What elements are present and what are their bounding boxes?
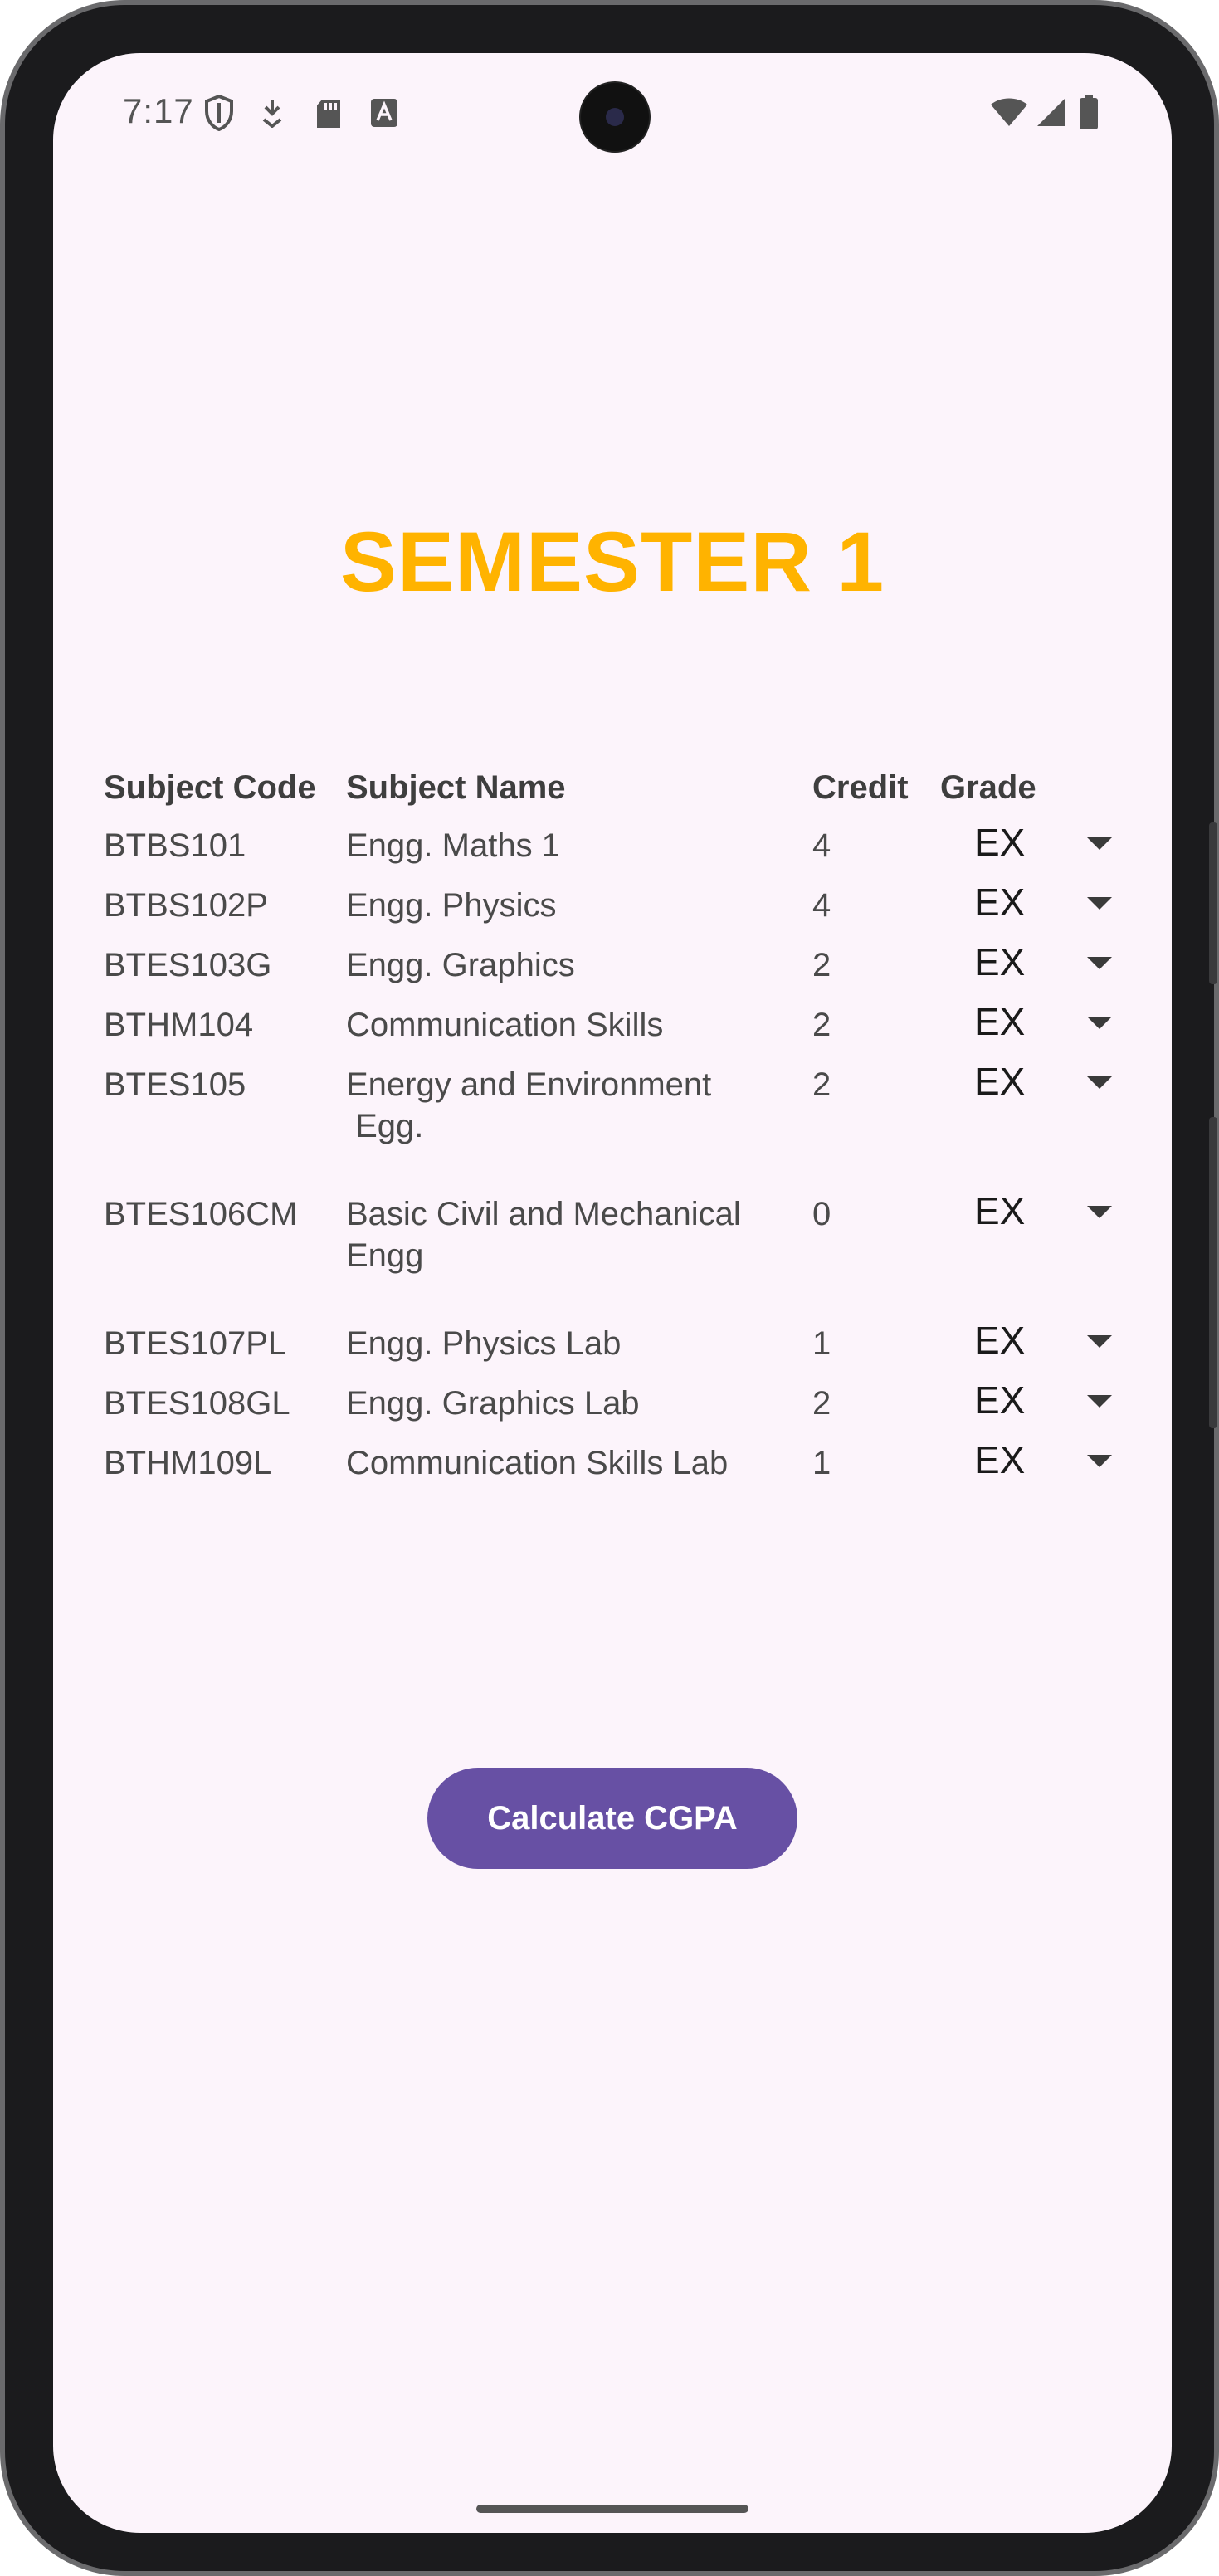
shield-icon: [204, 94, 234, 135]
subject-name: Communication Skills Lab: [346, 1445, 729, 1481]
calculate-cgpa-button[interactable]: Calculate CGPA: [427, 1768, 797, 1869]
sd-card-icon: [315, 98, 342, 134]
credit-value: 4: [812, 827, 831, 864]
grade-value: EX: [974, 881, 1026, 924]
grade-value: EX: [974, 1319, 1026, 1362]
grade-dropdown[interactable]: EX: [929, 1316, 1136, 1371]
grade-value: EX: [974, 821, 1026, 864]
subject-name: Energy and Environment Egg.: [346, 1066, 712, 1144]
subject-name: Engg. Maths 1: [346, 827, 560, 864]
dropdown-arrow-icon: [1087, 1017, 1112, 1029]
grade-dropdown[interactable]: EX: [929, 938, 1136, 993]
power-button: [1209, 1117, 1217, 1428]
credit-value: 0: [812, 1196, 831, 1232]
subject-code: BTHM104: [104, 1007, 254, 1043]
grade-dropdown[interactable]: EX: [929, 818, 1136, 873]
subject-code: BTBS101: [104, 827, 246, 864]
subject-code: BTES103G: [104, 947, 272, 983]
dropdown-arrow-icon: [1087, 1455, 1112, 1467]
header-credit: Credit: [812, 769, 909, 806]
status-time: 7:17: [123, 91, 194, 130]
subject-code: BTES107PL: [104, 1325, 287, 1362]
subject-name: Engg. Physics Lab: [346, 1325, 622, 1362]
header-subject-code: Subject Code: [104, 769, 316, 806]
dropdown-arrow-icon: [1087, 1395, 1112, 1408]
dropdown-arrow-icon: [1087, 1076, 1112, 1089]
grade-dropdown[interactable]: EX: [929, 1376, 1136, 1431]
font-icon: [370, 98, 398, 132]
page-title: SEMESTER 1: [339, 515, 885, 609]
dropdown-arrow-icon: [1087, 837, 1112, 850]
header-grade: Grade: [940, 769, 1036, 806]
credit-value: 1: [812, 1445, 831, 1481]
subject-code: BTBS102P: [104, 887, 268, 924]
credit-value: 4: [812, 887, 831, 924]
credit-value: 2: [812, 1385, 831, 1422]
dropdown-arrow-icon: [1087, 957, 1112, 969]
dropdown-arrow-icon: [1087, 897, 1112, 910]
phone-frame: 7:17 SEMESTER 1 Subject Code Subject Nam…: [0, 0, 1219, 2576]
download-icon: [261, 98, 284, 132]
grade-value: EX: [974, 1060, 1026, 1103]
subject-name: Engg. Graphics Lab: [346, 1385, 640, 1422]
credit-value: 2: [812, 947, 831, 983]
header-subject-name: Subject Name: [346, 769, 566, 806]
credit-value: 2: [812, 1066, 831, 1103]
volume-button: [1209, 822, 1217, 984]
grade-dropdown[interactable]: EX: [929, 1187, 1136, 1242]
subject-code: BTHM109L: [104, 1445, 272, 1481]
subject-name: Engg. Physics: [346, 887, 557, 924]
status-bar: 7:17: [53, 53, 1172, 178]
credit-value: 1: [812, 1325, 831, 1362]
subject-name: Engg. Graphics: [346, 947, 575, 983]
grade-value: EX: [974, 1000, 1026, 1043]
subject-code: BTES108GL: [104, 1385, 290, 1422]
credit-value: 2: [812, 1007, 831, 1043]
grade-dropdown[interactable]: EX: [929, 878, 1136, 933]
wifi-icon: [989, 98, 1029, 132]
grade-value: EX: [974, 1189, 1026, 1232]
dropdown-arrow-icon: [1087, 1206, 1112, 1218]
cell-signal-icon: [1036, 96, 1067, 132]
subject-name: Basic Civil and Mechanical Engg: [346, 1196, 750, 1274]
grade-dropdown[interactable]: EX: [929, 998, 1136, 1052]
grade-dropdown[interactable]: EX: [929, 1057, 1136, 1112]
grade-dropdown[interactable]: EX: [929, 1436, 1136, 1490]
front-camera: [579, 81, 651, 153]
subject-name: Communication Skills: [346, 1007, 664, 1043]
subject-code: BTES105: [104, 1066, 246, 1103]
grade-value: EX: [974, 1378, 1026, 1422]
home-gesture-bar[interactable]: [476, 2505, 748, 2513]
subject-code: BTES106CM: [104, 1196, 298, 1232]
battery-icon: [1079, 95, 1099, 134]
dropdown-arrow-icon: [1087, 1335, 1112, 1348]
grade-value: EX: [974, 1438, 1026, 1481]
app-screen: 7:17 SEMESTER 1 Subject Code Subject Nam…: [53, 53, 1172, 2533]
grade-value: EX: [974, 940, 1026, 983]
